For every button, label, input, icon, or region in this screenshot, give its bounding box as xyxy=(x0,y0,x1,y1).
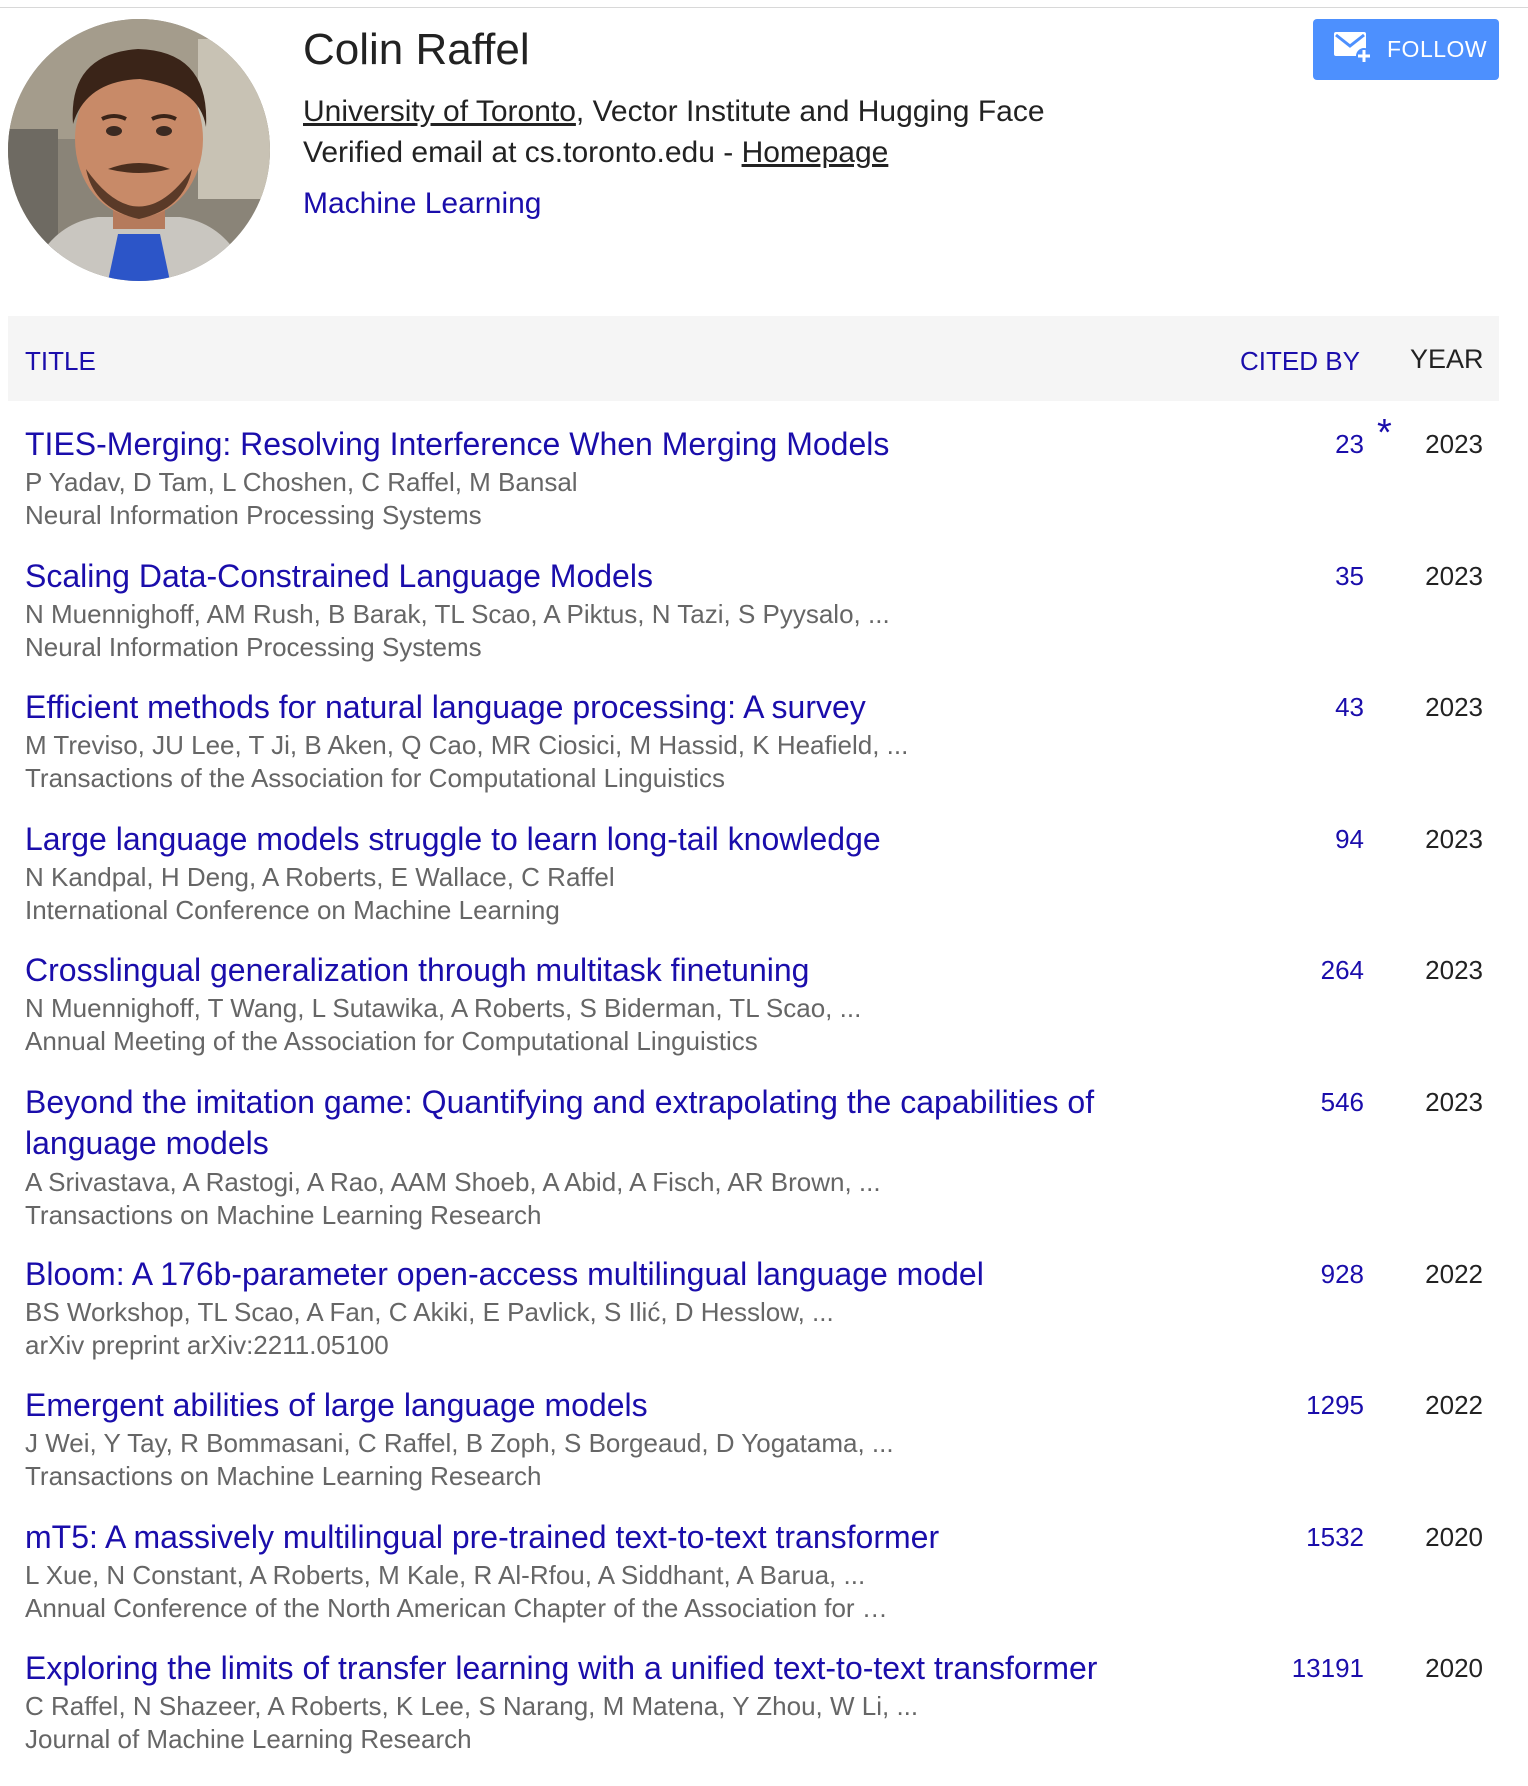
publication-venue: Neural Information Processing Systems xyxy=(25,632,482,662)
publication-year: 2020 xyxy=(1425,1522,1483,1552)
top-divider xyxy=(0,7,1528,8)
publication-authors: BS Workshop, TL Scao, A Fan, C Akiki, E … xyxy=(25,1297,834,1327)
publication-year: 2022 xyxy=(1425,1259,1483,1289)
publication-authors: N Muennighoff, AM Rush, B Barak, TL Scao… xyxy=(25,599,890,629)
publication-year: 2023 xyxy=(1425,692,1483,722)
mail-plus-icon xyxy=(1333,29,1373,70)
publication-venue: Journal of Machine Learning Research xyxy=(25,1724,472,1754)
cited-by-count[interactable]: 13191 xyxy=(1292,1652,1364,1685)
publication-authors: L Xue, N Constant, A Roberts, M Kale, R … xyxy=(25,1560,866,1590)
publication-venue: Transactions of the Association for Comp… xyxy=(25,763,725,793)
interest-link[interactable]: Machine Learning xyxy=(303,186,542,222)
publication-authors: C Raffel, N Shazeer, A Roberts, K Lee, S… xyxy=(25,1691,919,1721)
publication-authors: M Treviso, JU Lee, T Ji, B Aken, Q Cao, … xyxy=(25,730,909,760)
publication-title[interactable]: Beyond the imitation game: Quantifying a… xyxy=(25,1082,1155,1164)
avatar xyxy=(8,19,270,281)
affiliation-text: , Vector Institute and Hugging Face xyxy=(575,95,1045,128)
publication-venue: arXiv preprint arXiv:2211.05100 xyxy=(25,1330,389,1360)
publication-year: 2023 xyxy=(1425,1087,1483,1117)
publication-title[interactable]: Efficient methods for natural language p… xyxy=(25,687,1155,728)
publication-year: 2023 xyxy=(1425,824,1483,854)
publication-venue: Transactions on Machine Learning Researc… xyxy=(25,1200,542,1230)
homepage-link[interactable]: Homepage xyxy=(742,136,889,169)
sort-by-cited[interactable]: CITED BY xyxy=(1240,346,1360,377)
publication-authors: N Muennighoff, T Wang, L Sutawika, A Rob… xyxy=(25,993,862,1023)
publication-year: 2022 xyxy=(1425,1390,1483,1420)
publication-title[interactable]: mT5: A massively multilingual pre-traine… xyxy=(25,1517,1155,1558)
profile-name: Colin Raffel xyxy=(303,25,530,74)
cited-by-count[interactable]: 1295 xyxy=(1306,1389,1364,1422)
publication-year: 2023 xyxy=(1425,429,1483,459)
publication-title[interactable]: Emergent abilities of large language mod… xyxy=(25,1385,1155,1426)
publication-authors: J Wei, Y Tay, R Bommasani, C Raffel, B Z… xyxy=(25,1428,894,1458)
publication-title[interactable]: Bloom: A 176b-parameter open-access mult… xyxy=(25,1254,1155,1295)
sort-by-year[interactable]: YEAR xyxy=(1410,344,1484,375)
cited-by-count[interactable]: 1532 xyxy=(1306,1521,1364,1554)
cited-by-count[interactable]: 94 xyxy=(1335,823,1364,856)
follow-label: FOLLOW xyxy=(1387,36,1488,62)
publication-venue: Neural Information Processing Systems xyxy=(25,500,482,530)
publication-title[interactable]: Exploring the limits of transfer learnin… xyxy=(25,1648,1155,1689)
publication-title[interactable]: TIES-Merging: Resolving Interference Whe… xyxy=(25,424,1155,465)
publication-venue: International Conference on Machine Lear… xyxy=(25,895,560,925)
publication-year: 2020 xyxy=(1425,1653,1483,1683)
publication-year: 2023 xyxy=(1425,955,1483,985)
sort-by-title[interactable]: TITLE xyxy=(25,346,96,377)
cited-by-count[interactable]: 35 xyxy=(1335,560,1364,593)
publication-authors: P Yadav, D Tam, L Choshen, C Raffel, M B… xyxy=(25,467,578,497)
publication-venue: Annual Conference of the North American … xyxy=(25,1593,888,1623)
publication-authors: A Srivastava, A Rastogi, A Rao, AAM Shoe… xyxy=(25,1167,881,1197)
merged-citations-marker[interactable]: * xyxy=(1377,412,1392,455)
cited-by-count[interactable]: 264 xyxy=(1321,954,1364,987)
affiliation-link[interactable]: University of Toronto xyxy=(303,95,576,128)
cited-by-count[interactable]: 928 xyxy=(1321,1258,1364,1291)
cited-by-count[interactable]: 546 xyxy=(1321,1086,1364,1119)
follow-button[interactable]: FOLLOW xyxy=(1313,19,1499,80)
publication-venue: Annual Meeting of the Association for Co… xyxy=(25,1026,758,1056)
affiliation: University of Toronto, Vector Institute … xyxy=(303,94,1045,130)
cited-by-count[interactable]: 23 xyxy=(1335,428,1364,461)
table-header: TITLE CITED BY YEAR xyxy=(8,316,1499,401)
publication-title[interactable]: Crosslingual generalization through mult… xyxy=(25,950,1155,991)
cited-by-count[interactable]: 43 xyxy=(1335,691,1364,724)
publication-title[interactable]: Scaling Data-Constrained Language Models xyxy=(25,556,1155,597)
publication-year: 2023 xyxy=(1425,561,1483,591)
verified-email: Verified email at cs.toronto.edu - xyxy=(303,136,742,169)
publication-authors: N Kandpal, H Deng, A Roberts, E Wallace,… xyxy=(25,862,615,892)
email-line: Verified email at cs.toronto.edu - Homep… xyxy=(303,135,888,171)
publication-title[interactable]: Large language models struggle to learn … xyxy=(25,819,1155,860)
publication-venue: Transactions on Machine Learning Researc… xyxy=(25,1461,542,1491)
